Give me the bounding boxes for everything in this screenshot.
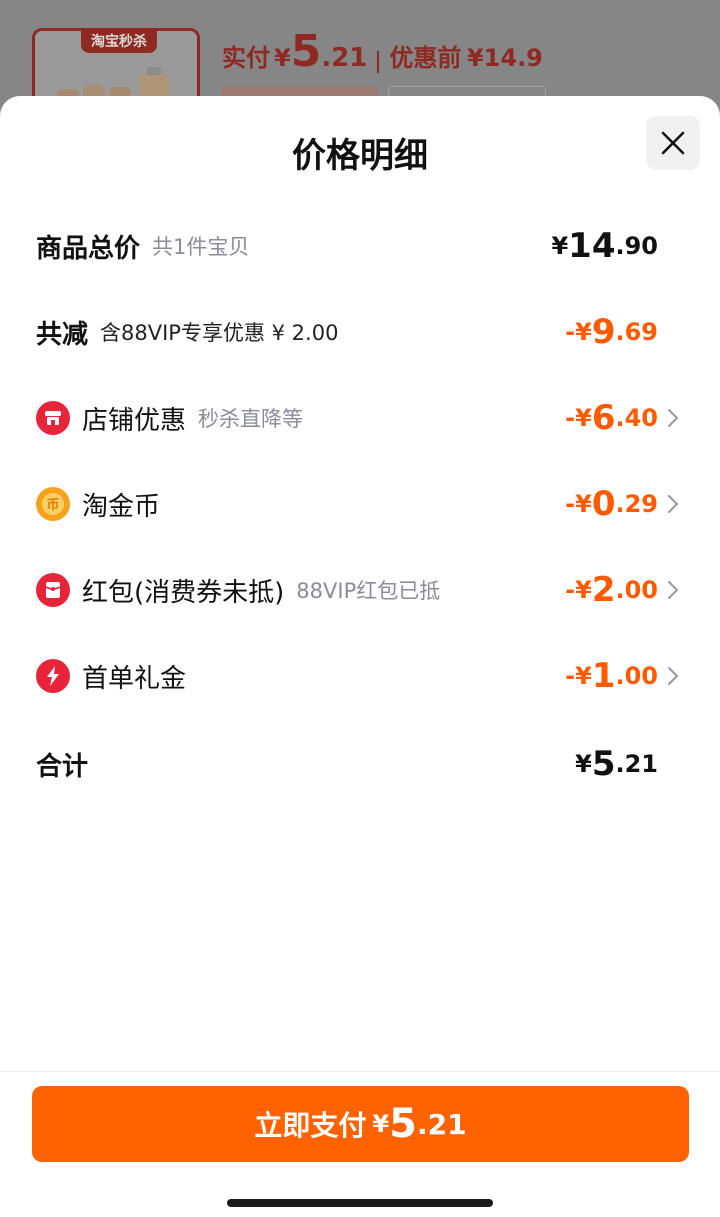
- row-label: 店铺优惠: [82, 405, 187, 436]
- paid-yen: ¥: [274, 44, 291, 72]
- coin-icon: 币: [36, 487, 70, 521]
- svg-text:币: 币: [46, 498, 59, 513]
- red-packet-icon: [36, 573, 70, 607]
- footer-divider: [0, 1071, 720, 1072]
- sum-amount: ¥5.21: [575, 744, 658, 784]
- close-button[interactable]: [646, 116, 700, 170]
- row-label: 淘金币: [82, 491, 161, 522]
- row-first-order-gift[interactable]: 首单礼金 -¥ 1.00: [0, 646, 720, 706]
- close-icon: [661, 131, 685, 155]
- red-packet-amount: -¥ 2.00: [565, 570, 658, 610]
- row-sum: 合计 ¥5.21: [0, 734, 720, 794]
- row-total-reduction: 共减 含88VIP专享优惠 ¥ 2.00 -¥ 9.69: [0, 302, 720, 362]
- row-label: 首单礼金: [82, 663, 187, 694]
- price-separator: [377, 50, 380, 73]
- coin-amount: -¥ 0.29: [565, 484, 658, 524]
- pay-label: 立即支付: [254, 1109, 367, 1142]
- row-red-packet[interactable]: 红包(消费券未抵) 88VIP红包已抵 -¥ 2.00: [0, 560, 720, 620]
- pay-now-button[interactable]: 立即支付 ¥5.21: [32, 1086, 689, 1162]
- row-taojinbi[interactable]: 币 淘金币 -¥ 0.29: [0, 474, 720, 534]
- row-sub: 共1件宝贝: [152, 235, 250, 259]
- original-price: ¥14.9: [466, 44, 543, 72]
- shop-icon: [36, 401, 70, 435]
- price-detail-sheet: 价格明细 商品总价 共1件宝贝 ¥14.90 共减 含88VIP专享优惠 ¥ 2…: [0, 96, 720, 1217]
- total-amount: ¥14.90: [551, 226, 658, 266]
- row-label: 共减: [36, 319, 89, 350]
- chevron-right-icon: [668, 409, 679, 427]
- lightning-icon: [36, 659, 70, 693]
- chevron-right-icon: [668, 667, 679, 685]
- paid-label: 实付: [222, 44, 270, 72]
- row-label: 红包(消费券未抵): [82, 577, 285, 608]
- row-sub: 含88VIP专享优惠 ¥ 2.00: [100, 321, 339, 345]
- flash-sale-badge: 淘宝秒杀: [81, 31, 157, 53]
- reduction-amount: -¥ 9.69: [565, 312, 658, 352]
- row-label: 商品总价: [36, 233, 141, 264]
- paid-dec: .21: [321, 43, 368, 73]
- background-price: 实付 ¥5.21 优惠前 ¥14.9: [222, 26, 543, 77]
- original-label: 优惠前: [389, 44, 462, 72]
- shop-discount-amount: -¥ 6.40: [565, 398, 658, 438]
- row-total-price: 商品总价 共1件宝贝 ¥14.90: [0, 216, 720, 276]
- sheet-title: 价格明细: [292, 136, 428, 176]
- row-sub: 88VIP红包已抵: [296, 579, 441, 603]
- pay-int: 5: [389, 1101, 417, 1147]
- chevron-right-icon: [668, 495, 679, 513]
- first-order-amount: -¥ 1.00: [565, 656, 658, 696]
- paid-int: 5: [290, 26, 322, 77]
- row-shop-discount[interactable]: 店铺优惠 秒杀直降等 -¥ 6.40: [0, 388, 720, 448]
- chevron-right-icon: [668, 581, 679, 599]
- pay-dec: .21: [416, 1107, 467, 1141]
- row-label: 合计: [36, 751, 89, 782]
- row-sub: 秒杀直降等: [198, 407, 304, 431]
- home-indicator[interactable]: [227, 1199, 493, 1207]
- pay-yen: ¥: [372, 1110, 390, 1138]
